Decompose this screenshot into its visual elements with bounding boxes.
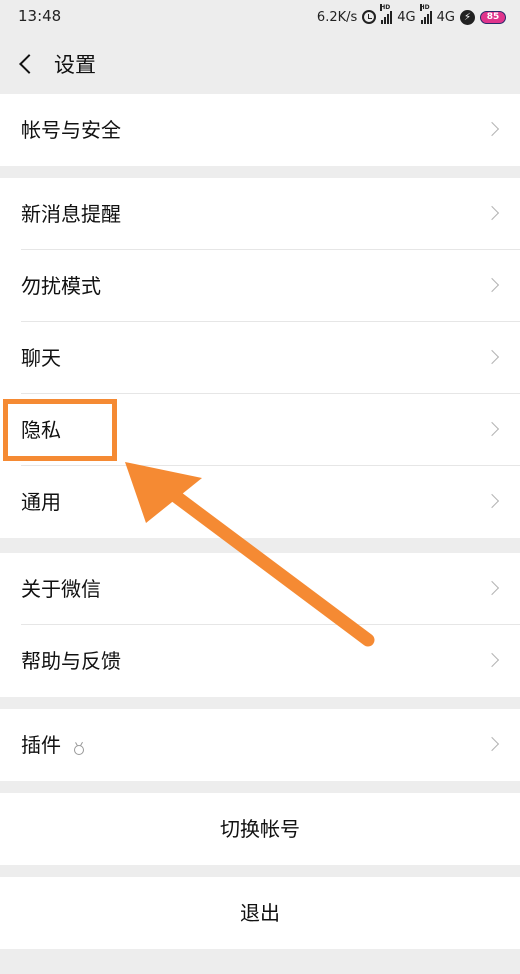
settings-item-help-feedback[interactable]: 帮助与反馈 — [0, 625, 520, 697]
back-button[interactable] — [10, 48, 42, 80]
network-type-1: 4G — [397, 9, 416, 25]
logout-button[interactable]: 退出 — [0, 877, 520, 949]
page-title: 设置 — [54, 53, 96, 77]
settings-item-label: 勿扰模式 — [21, 274, 101, 298]
settings-item-do-not-disturb[interactable]: 勿扰模式 — [0, 250, 520, 322]
title-bar: 设置 — [0, 34, 520, 94]
hd-label: HD — [419, 4, 430, 11]
settings-group-account: 帐号与安全 — [0, 94, 520, 166]
signal-icon: HD — [380, 4, 393, 24]
settings-group-main: 新消息提醒 勿扰模式 聊天 隐私 通用 — [0, 178, 520, 538]
chevron-right-icon — [484, 121, 500, 137]
settings-item-chat[interactable]: 聊天 — [0, 322, 520, 394]
status-bar: 13:48 6.2K/s HD 4G HD 4G ⚡ 85 — [0, 0, 520, 34]
chevron-right-icon — [484, 652, 500, 668]
settings-item-notifications[interactable]: 新消息提醒 — [0, 178, 520, 250]
settings-item-label: 聊天 — [21, 346, 61, 370]
settings-item-label: 关于微信 — [21, 577, 101, 601]
chevron-right-icon — [484, 736, 500, 752]
settings-group-about: 关于微信 帮助与反馈 — [0, 553, 520, 697]
network-speed: 6.2K/s — [316, 9, 358, 25]
highlight-box — [3, 399, 117, 461]
settings-item-label: 帐号与安全 — [21, 118, 121, 142]
alarm-icon — [362, 10, 377, 24]
settings-item-general[interactable]: 通用 — [0, 466, 520, 538]
switch-account-button[interactable]: 切换帐号 — [0, 793, 520, 865]
signal-icon: HD — [419, 4, 432, 24]
chevron-left-icon — [19, 54, 39, 74]
settings-item-label: 新消息提醒 — [21, 202, 121, 226]
hd-label: HD — [380, 4, 391, 11]
network-type-2: 4G — [436, 9, 455, 25]
battery-icon: 85 — [480, 10, 506, 24]
chevron-right-icon — [484, 421, 500, 437]
settings-item-label: 通用 — [21, 490, 61, 514]
settings-item-label: 插件 — [21, 733, 61, 757]
settings-item-plugins[interactable]: 插件 — [0, 709, 520, 781]
settings-group-plugins: 插件 — [0, 709, 520, 781]
settings-item-label: 帮助与反馈 — [21, 649, 121, 673]
chevron-right-icon — [484, 205, 500, 221]
chevron-right-icon — [484, 580, 500, 596]
charging-icon: ⚡ — [460, 9, 475, 25]
chevron-right-icon — [484, 493, 500, 509]
chevron-right-icon — [484, 349, 500, 365]
settings-item-about-wechat[interactable]: 关于微信 — [0, 553, 520, 625]
plugin-icon — [74, 745, 84, 755]
chevron-right-icon — [484, 277, 500, 293]
settings-item-account-security[interactable]: 帐号与安全 — [0, 94, 520, 166]
status-time: 13:48 — [18, 7, 62, 25]
status-icons: 6.2K/s HD 4G HD 4G ⚡ 85 — [316, 4, 506, 28]
